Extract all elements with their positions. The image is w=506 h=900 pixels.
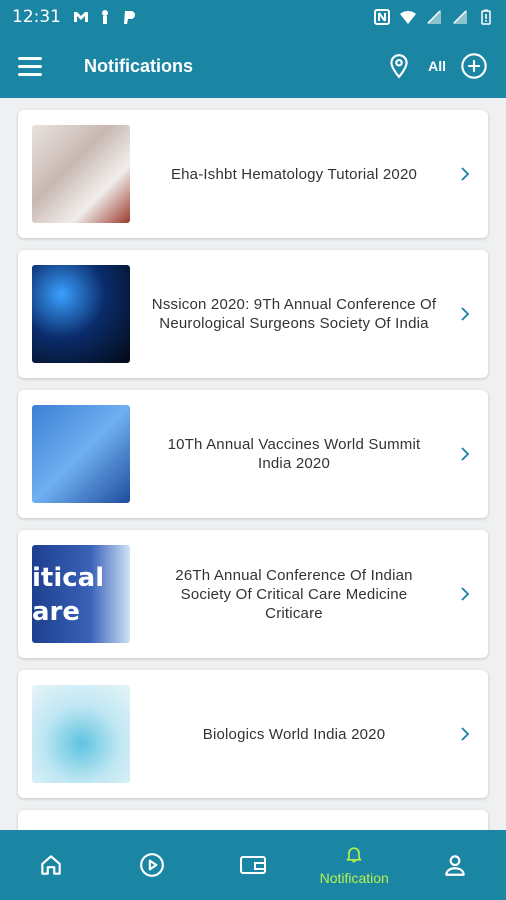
menu-icon-bar	[18, 56, 42, 60]
nav-home[interactable]	[0, 830, 101, 900]
menu-icon-bar	[18, 64, 42, 68]
battery-icon	[481, 9, 491, 25]
nav-video[interactable]	[101, 830, 202, 900]
notification-list: Eha-Ishbt Hematology Tutorial 2020 Nssic…	[0, 98, 506, 830]
notification-title: Nssicon 2020: 9Th Annual Conference Of N…	[151, 296, 437, 332]
wallet-icon	[240, 856, 266, 874]
menu-button[interactable]	[18, 51, 48, 81]
notification-card[interactable]: Nssicon 2020: 9Th Annual Conference Of N…	[18, 250, 488, 378]
notification-thumbnail: itical are	[32, 545, 130, 643]
chevron-right-icon	[461, 447, 470, 461]
user-icon	[445, 855, 466, 876]
status-right-icons	[374, 9, 494, 25]
chevron-right-icon	[461, 587, 470, 601]
location-icon[interactable]	[386, 53, 412, 79]
thumbnail-text: itical are	[32, 563, 105, 627]
menu-icon-bar	[18, 72, 42, 76]
app-bar-actions: All	[386, 52, 488, 80]
chevron-right-icon	[461, 727, 470, 741]
home-icon	[40, 855, 61, 875]
notification-card[interactable]: 10Th Annual Vaccines World Summit India …	[18, 390, 488, 518]
status-left-icons	[73, 9, 137, 25]
nfc-icon	[374, 9, 390, 25]
wifi-icon	[400, 10, 416, 24]
notification-thumbnail	[32, 125, 130, 223]
nav-notification-label: Notification	[319, 870, 389, 886]
bottom-navigation: Notification	[0, 830, 506, 900]
add-circle-icon[interactable]	[460, 52, 488, 80]
notification-title: Eha-Ishbt Hematology Tutorial 2020	[170, 165, 418, 183]
notification-card[interactable]	[18, 810, 488, 830]
status-time: 12:31	[12, 7, 61, 27]
notification-thumbnail	[32, 265, 130, 363]
notification-thumbnail	[32, 685, 130, 783]
notification-card[interactable]: Biologics World India 2020	[18, 670, 488, 798]
person-icon	[102, 10, 108, 24]
notification-card[interactable]: Eha-Ishbt Hematology Tutorial 2020	[18, 110, 488, 238]
notification-title: 10Th Annual Vaccines World Summit India …	[167, 436, 421, 472]
nav-profile[interactable]	[405, 830, 506, 900]
signal-2-icon	[453, 10, 467, 24]
nav-wallet[interactable]	[202, 830, 303, 900]
notification-title: Biologics World India 2020	[202, 725, 386, 743]
app-bar: Notifications All	[0, 34, 506, 98]
gmail-icon	[74, 12, 88, 22]
notification-title: 26Th Annual Conference Of Indian Society…	[175, 566, 413, 622]
filter-all-label[interactable]: All	[428, 58, 446, 74]
chevron-right-icon	[461, 307, 470, 321]
notification-card[interactable]: itical are 26Th Annual Conference Of Ind…	[18, 530, 488, 658]
notification-thumbnail	[32, 405, 130, 503]
chevron-right-icon	[461, 167, 470, 181]
page-title: Notifications	[84, 55, 194, 76]
signal-icon	[427, 10, 441, 24]
nav-notification[interactable]: Notification	[304, 830, 405, 900]
bell-icon	[346, 847, 362, 863]
status-bar: 12:31	[0, 0, 506, 34]
play-circle-icon	[139, 853, 164, 877]
paypal-icon	[124, 11, 135, 24]
